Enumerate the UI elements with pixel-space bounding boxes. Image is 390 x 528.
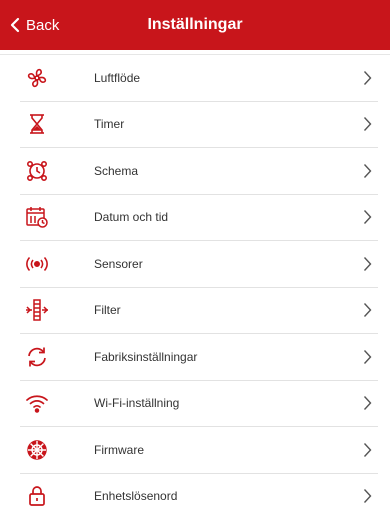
settings-list: Luftflöde Timer Schema Datum och tid Sen… bbox=[0, 50, 390, 528]
settings-item-label: Firmware bbox=[94, 442, 144, 457]
hourglass-icon bbox=[22, 112, 52, 136]
lock-icon bbox=[22, 484, 52, 508]
chevron-right-icon bbox=[363, 163, 372, 178]
nav-bar: Back Inställningar bbox=[0, 0, 390, 50]
chevron-right-icon bbox=[363, 489, 372, 504]
page-title: Inställningar bbox=[147, 16, 243, 33]
chevron-right-icon bbox=[363, 256, 372, 271]
settings-item-label: Fabriksinställningar bbox=[94, 349, 198, 364]
settings-item-label: Datum och tid bbox=[94, 210, 169, 225]
settings-item-label: Filter bbox=[94, 303, 121, 318]
chevron-right-icon bbox=[363, 396, 372, 411]
settings-item-label: Schema bbox=[94, 163, 139, 178]
firmware-icon bbox=[22, 438, 52, 462]
settings-item-luftflode[interactable]: Luftflöde bbox=[0, 55, 390, 101]
settings-item-datum-och-tid[interactable]: Datum och tid bbox=[0, 195, 390, 241]
settings-item-fabriksinstallningar[interactable]: Fabriksinställningar bbox=[0, 334, 390, 380]
calendar-clock-icon bbox=[22, 205, 52, 229]
settings-item-label: Wi-Fi-inställning bbox=[94, 396, 180, 411]
chevron-right-icon bbox=[363, 349, 372, 364]
settings-item-label: Timer bbox=[94, 117, 125, 132]
chevron-right-icon bbox=[363, 303, 372, 318]
schedule-icon bbox=[22, 159, 52, 183]
filter-icon bbox=[22, 298, 52, 322]
wifi-icon bbox=[22, 391, 52, 415]
settings-item-sensorer[interactable]: Sensorer bbox=[0, 241, 390, 287]
chevron-right-icon bbox=[363, 442, 372, 457]
sensor-icon bbox=[22, 252, 52, 276]
chevron-right-icon bbox=[363, 210, 372, 225]
settings-item-label: Sensorer bbox=[94, 256, 143, 271]
reset-icon bbox=[22, 345, 52, 369]
fan-icon bbox=[22, 66, 52, 90]
settings-item-schema[interactable]: Schema bbox=[0, 148, 390, 194]
settings-item-label: Enhetslösenord bbox=[94, 489, 178, 504]
chevron-right-icon bbox=[363, 117, 372, 132]
settings-item-label: Luftflöde bbox=[94, 70, 141, 85]
settings-item-firmware[interactable]: Firmware bbox=[0, 427, 390, 473]
settings-item-filter[interactable]: Filter bbox=[0, 288, 390, 334]
settings-item-wifi-installning[interactable]: Wi-Fi-inställning bbox=[0, 381, 390, 427]
settings-item-timer[interactable]: Timer bbox=[0, 102, 390, 148]
chevron-right-icon bbox=[363, 70, 372, 85]
settings-item-enhetslosenord[interactable]: Enhetslösenord bbox=[0, 474, 390, 520]
